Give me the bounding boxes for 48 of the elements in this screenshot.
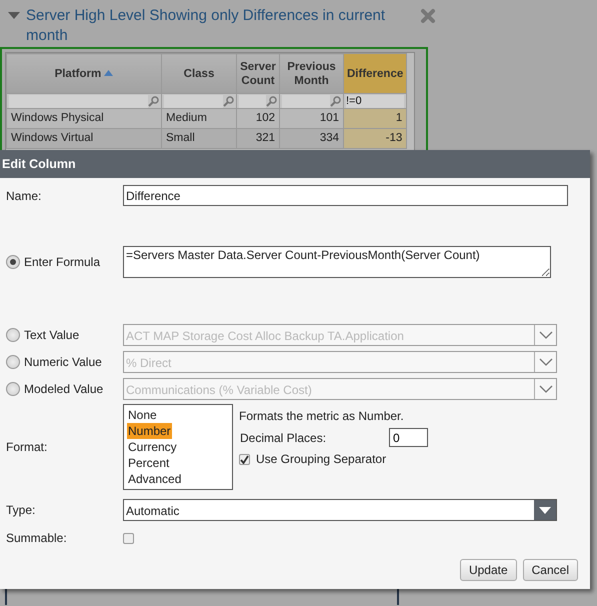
column-header[interactable]: Difference (344, 54, 407, 94)
table-cell: 334 (280, 128, 344, 148)
decimal-places-field[interactable]: 0 (389, 428, 428, 447)
filter-field[interactable]: !=0 (346, 94, 404, 108)
table-cell: 101 (280, 108, 344, 128)
panel-title: Server High Level Showing only Differences in current month (26, 6, 386, 46)
table-cell: Medium (162, 108, 236, 128)
list-option[interactable]: None (127, 407, 158, 423)
format-listbox[interactable]: None Number Currency Percent Advanced (123, 404, 233, 490)
formula-field[interactable]: =Servers Master Data.Server Count-PreviousMonth(Server Count) (123, 246, 551, 278)
cancel-button[interactable]: Cancel (522, 559, 578, 581)
list-option[interactable]: Number (127, 423, 172, 439)
table-cell: 321 (236, 128, 280, 148)
table-cell: Windows Virtual (6, 128, 162, 148)
option-label: Modeled Value (24, 381, 104, 398)
checkbox-label: Use Grouping Separator (256, 451, 386, 468)
sort-arrow-icon[interactable] (104, 70, 114, 76)
column-header[interactable]: Previous Month (280, 54, 344, 94)
table-cell: Windows Physical (6, 108, 162, 128)
option-label: Numeric Value (24, 354, 102, 371)
dialog-title: Edit Column (0, 150, 590, 178)
collapse-caret-icon[interactable] (8, 12, 20, 20)
option-label: Enter Formula (24, 254, 100, 271)
field-label: Format: (6, 439, 48, 456)
description-text: Formats the metric as Number. (239, 408, 405, 425)
dropdown-arrow-icon[interactable] (539, 506, 551, 514)
column-header[interactable]: Class (162, 54, 236, 94)
table-cell: 102 (236, 108, 280, 128)
checkbox[interactable] (239, 454, 250, 464)
field-label: Name: (6, 188, 42, 204)
table-cell: 1 (344, 108, 407, 128)
field-label: Summable: (6, 530, 68, 547)
update-button[interactable]: Update (460, 559, 517, 581)
field-label: Decimal Places: (239, 430, 328, 446)
table-cell: -13 (344, 128, 407, 148)
checkbox[interactable] (123, 532, 134, 544)
column-header[interactable]: Server Count (236, 54, 280, 94)
name-field[interactable]: Difference (123, 185, 568, 206)
table-cell: Small (162, 128, 236, 148)
field-label: Type: (6, 502, 36, 519)
type-dropdown[interactable]: Automatic (123, 499, 557, 521)
close-icon[interactable] (420, 8, 436, 24)
list-option[interactable]: Currency (127, 439, 178, 455)
radio-button[interactable] (6, 255, 20, 269)
option-label: Text Value (24, 327, 80, 344)
column-header[interactable]: Platform (6, 54, 162, 94)
list-option[interactable]: Percent (127, 455, 170, 471)
list-option[interactable]: Advanced (127, 471, 182, 487)
